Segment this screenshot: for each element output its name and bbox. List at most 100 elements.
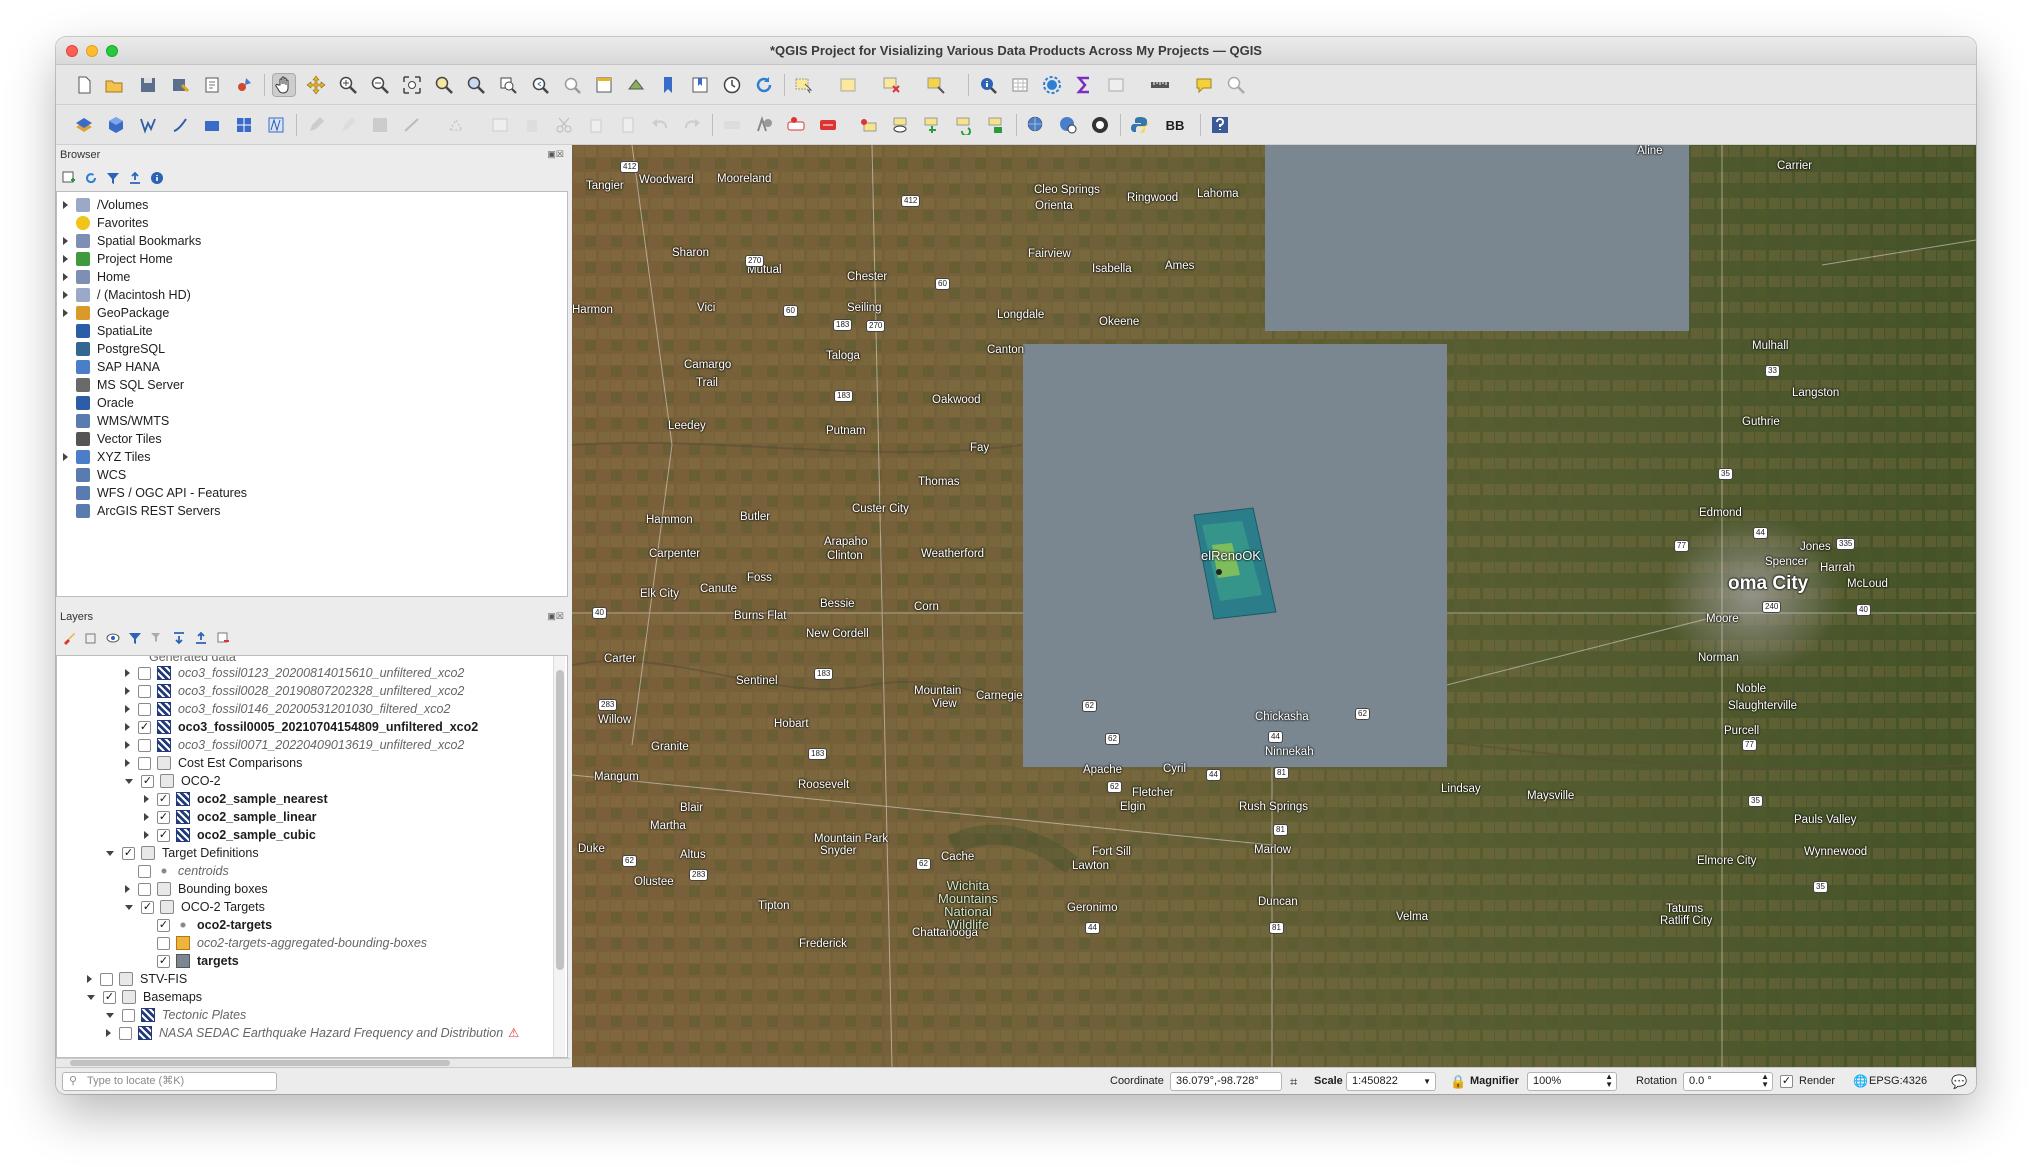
- temporal-controller-icon[interactable]: [720, 73, 744, 97]
- coordinate-field[interactable]: 36.079°,-98.728°: [1170, 1072, 1282, 1091]
- browser-item[interactable]: Vector Tiles: [63, 430, 162, 448]
- print-layout-icon[interactable]: [200, 73, 224, 97]
- layer-visibility-checkbox[interactable]: [157, 936, 170, 950]
- metasearch-icon[interactable]: [1024, 113, 1048, 137]
- filter-browser-icon[interactable]: [106, 171, 120, 185]
- spinner-icon[interactable]: ▲ ▼: [1605, 1073, 1613, 1089]
- layer-visibility-checkbox[interactable]: [138, 684, 151, 698]
- browser-item[interactable]: WFS / OGC API - Features: [63, 484, 247, 502]
- layer-item[interactable]: oco3_fossil0146_20200531201030_filtered_…: [125, 700, 450, 718]
- layer-item[interactable]: ✓ OCO-2 Targets: [125, 898, 265, 916]
- layer-item[interactable]: oco3_fossil0028_20190807202328_unfiltere…: [125, 682, 464, 700]
- new-temporary-layer-icon[interactable]: [200, 113, 224, 137]
- lock-scale-icon[interactable]: 🔒: [1450, 1068, 1466, 1094]
- copy-features-icon[interactable]: [584, 113, 608, 137]
- new-map-view-icon[interactable]: [592, 73, 616, 97]
- layer-visibility-checkbox[interactable]: ✓: [122, 846, 135, 860]
- layer-visibility-checkbox[interactable]: ✓: [138, 720, 151, 734]
- panel-float-close-icon[interactable]: ▣☒: [547, 149, 564, 160]
- identify-features-icon[interactable]: [976, 73, 1000, 97]
- layer-visibility-checkbox[interactable]: ✓: [103, 990, 116, 1004]
- layer-visibility-checkbox[interactable]: ✓: [157, 918, 170, 932]
- expand-arrow-icon[interactable]: [125, 723, 130, 731]
- layer-item[interactable]: ✓ oco2_sample_nearest: [144, 790, 328, 808]
- expand-arrow-icon[interactable]: [87, 975, 92, 983]
- layers-float-close-icon[interactable]: ▣☒: [547, 611, 564, 622]
- undo-icon[interactable]: [648, 113, 672, 137]
- layer-visibility-checkbox[interactable]: [122, 1008, 135, 1022]
- layer-item[interactable]: oco3_fossil0123_20200814015610_unfiltere…: [125, 664, 464, 682]
- pin-labels-icon[interactable]: [856, 113, 880, 137]
- browser-item[interactable]: /Volumes: [63, 196, 148, 214]
- expand-arrow-icon[interactable]: [63, 237, 68, 245]
- layers-scrollbar[interactable]: [553, 656, 565, 1057]
- layer-visibility-checkbox[interactable]: ✓: [157, 810, 170, 824]
- zoom-next-icon[interactable]: [560, 73, 584, 97]
- add-selected-layers-icon[interactable]: [62, 171, 76, 185]
- paste-features-icon[interactable]: [616, 113, 640, 137]
- properties-info-icon[interactable]: [150, 171, 164, 185]
- chevron-down-icon[interactable]: ▼: [1423, 1073, 1431, 1090]
- layers-horizontal-scrollbar[interactable]: [56, 1058, 570, 1067]
- layer-item[interactable]: oco3_fossil0071_20220409013619_unfiltere…: [125, 736, 464, 754]
- layer-item[interactable]: ✓ targets: [144, 952, 239, 970]
- current-edits-icon[interactable]: [304, 113, 328, 137]
- modify-attributes-icon[interactable]: [488, 113, 512, 137]
- expand-arrow-icon[interactable]: [63, 273, 68, 281]
- minimize-window-button[interactable]: [86, 45, 98, 57]
- zoom-to-selection-icon[interactable]: [432, 73, 456, 97]
- browser-item[interactable]: Home: [63, 268, 130, 286]
- plugin-bb-button[interactable]: BB: [1160, 113, 1190, 137]
- statistics-sum-icon[interactable]: [1072, 73, 1096, 97]
- processing-toolbox-icon[interactable]: [1040, 73, 1064, 97]
- field-calculator-icon[interactable]: [1104, 73, 1128, 97]
- layer-item[interactable]: Tectonic Plates: [106, 1006, 246, 1024]
- filter-by-expression-icon[interactable]: [150, 631, 164, 645]
- close-window-button[interactable]: [66, 45, 78, 57]
- zoom-out-icon[interactable]: [368, 73, 392, 97]
- browser-item[interactable]: PostgreSQL: [63, 340, 165, 358]
- refresh-icon[interactable]: [752, 73, 776, 97]
- browser-item[interactable]: XYZ Tiles: [63, 448, 151, 466]
- layer-visibility-checkbox[interactable]: [138, 756, 151, 770]
- redo-icon[interactable]: [680, 113, 704, 137]
- locator-search-field[interactable]: ⚲ Type to locate (⌘K): [62, 1072, 277, 1091]
- layer-item[interactable]: STV-FIS: [87, 970, 187, 988]
- new-bookmark-icon[interactable]: [656, 73, 680, 97]
- new-shapefile-layer-icon[interactable]: [136, 113, 160, 137]
- layer-item[interactable]: ✓ Basemaps: [87, 988, 202, 1006]
- expand-arrow-icon[interactable]: [125, 904, 133, 910]
- expand-arrow-icon[interactable]: [125, 705, 130, 713]
- expand-arrow-icon[interactable]: [125, 741, 130, 749]
- scale-field[interactable]: 1:450822 ▼: [1346, 1072, 1436, 1091]
- expand-arrow-icon[interactable]: [63, 255, 68, 263]
- expand-arrow-icon[interactable]: [144, 795, 149, 803]
- layer-item[interactable]: Cost Est Comparisons: [125, 754, 302, 772]
- open-project-icon[interactable]: [102, 73, 126, 97]
- expand-arrow-icon[interactable]: [63, 201, 68, 209]
- browser-item[interactable]: Oracle: [63, 394, 134, 412]
- browser-item[interactable]: Spatial Bookmarks: [63, 232, 201, 250]
- warning-icon[interactable]: ⚠: [508, 1024, 519, 1042]
- layer-visibility-checkbox[interactable]: [100, 972, 113, 986]
- layer-item[interactable]: NASA SEDAC Earthquake Hazard Frequency a…: [106, 1024, 519, 1042]
- layer-visibility-checkbox[interactable]: ✓: [157, 954, 170, 968]
- expand-arrow-icon[interactable]: [106, 1012, 114, 1018]
- browser-item[interactable]: WCS: [63, 466, 126, 484]
- crs-button[interactable]: EPSG:4326: [1869, 1068, 1927, 1094]
- layer-visibility-checkbox[interactable]: [138, 702, 151, 716]
- layer-labeling-icon[interactable]: [752, 113, 776, 137]
- expand-arrow-icon[interactable]: [63, 309, 68, 317]
- toggle-label-display-icon[interactable]: [816, 113, 840, 137]
- layer-item[interactable]: ✓ Target Definitions: [106, 844, 259, 862]
- help-icon[interactable]: [1208, 113, 1232, 137]
- expand-arrow-icon[interactable]: [125, 759, 130, 767]
- digitize-line-icon[interactable]: [400, 113, 424, 137]
- delete-selected-icon[interactable]: [520, 113, 544, 137]
- manage-map-themes-icon[interactable]: [106, 631, 120, 645]
- layer-item[interactable]: ✓ oco2-targets: [144, 916, 272, 934]
- select-features-icon[interactable]: [792, 73, 816, 97]
- browser-item[interactable]: SpatiaLite: [63, 322, 153, 340]
- expand-arrow-icon[interactable]: [125, 885, 130, 893]
- rotation-field[interactable]: 0.0 ° ▲ ▼: [1683, 1072, 1773, 1091]
